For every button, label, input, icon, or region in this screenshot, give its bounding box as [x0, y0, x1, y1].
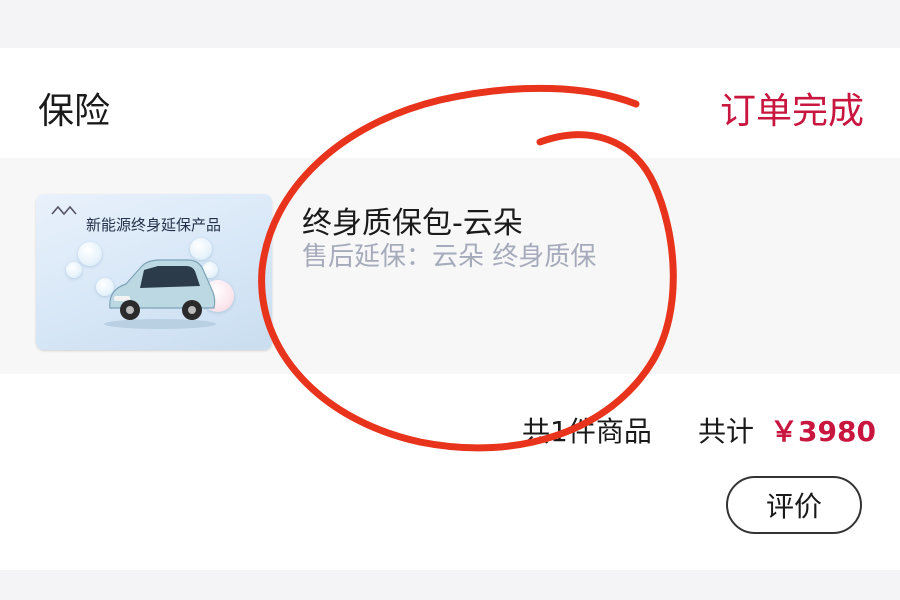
brand-logo-icon — [51, 205, 77, 216]
thumbnail-headline: 新能源终身延保产品 — [86, 216, 222, 234]
total-price: ￥3980 — [770, 415, 876, 448]
item-count: 共1件商品 — [522, 415, 652, 448]
item-subtitle: 售后延保：云朵 终身质保 — [302, 242, 597, 272]
product-thumbnail[interactable]: 新能源终身延保产品 — [36, 194, 272, 350]
car-icon — [104, 259, 216, 329]
order-category: 保险 — [38, 91, 111, 132]
total-label: 共计 — [698, 415, 755, 448]
order-status: 订单完成 — [719, 91, 864, 132]
order-item[interactable]: 新能源终身延保产品 终身质保包-云朵 售后延保：云朵 终身质保 — [0, 158, 900, 374]
review-button[interactable]: 评价 — [726, 476, 862, 534]
order-card: 保险 订单完成 新能源终身延保产品 终身质保包-云朵 售后延保：云朵 终身质保 … — [0, 48, 900, 570]
feature-bubble-icon — [66, 262, 82, 278]
